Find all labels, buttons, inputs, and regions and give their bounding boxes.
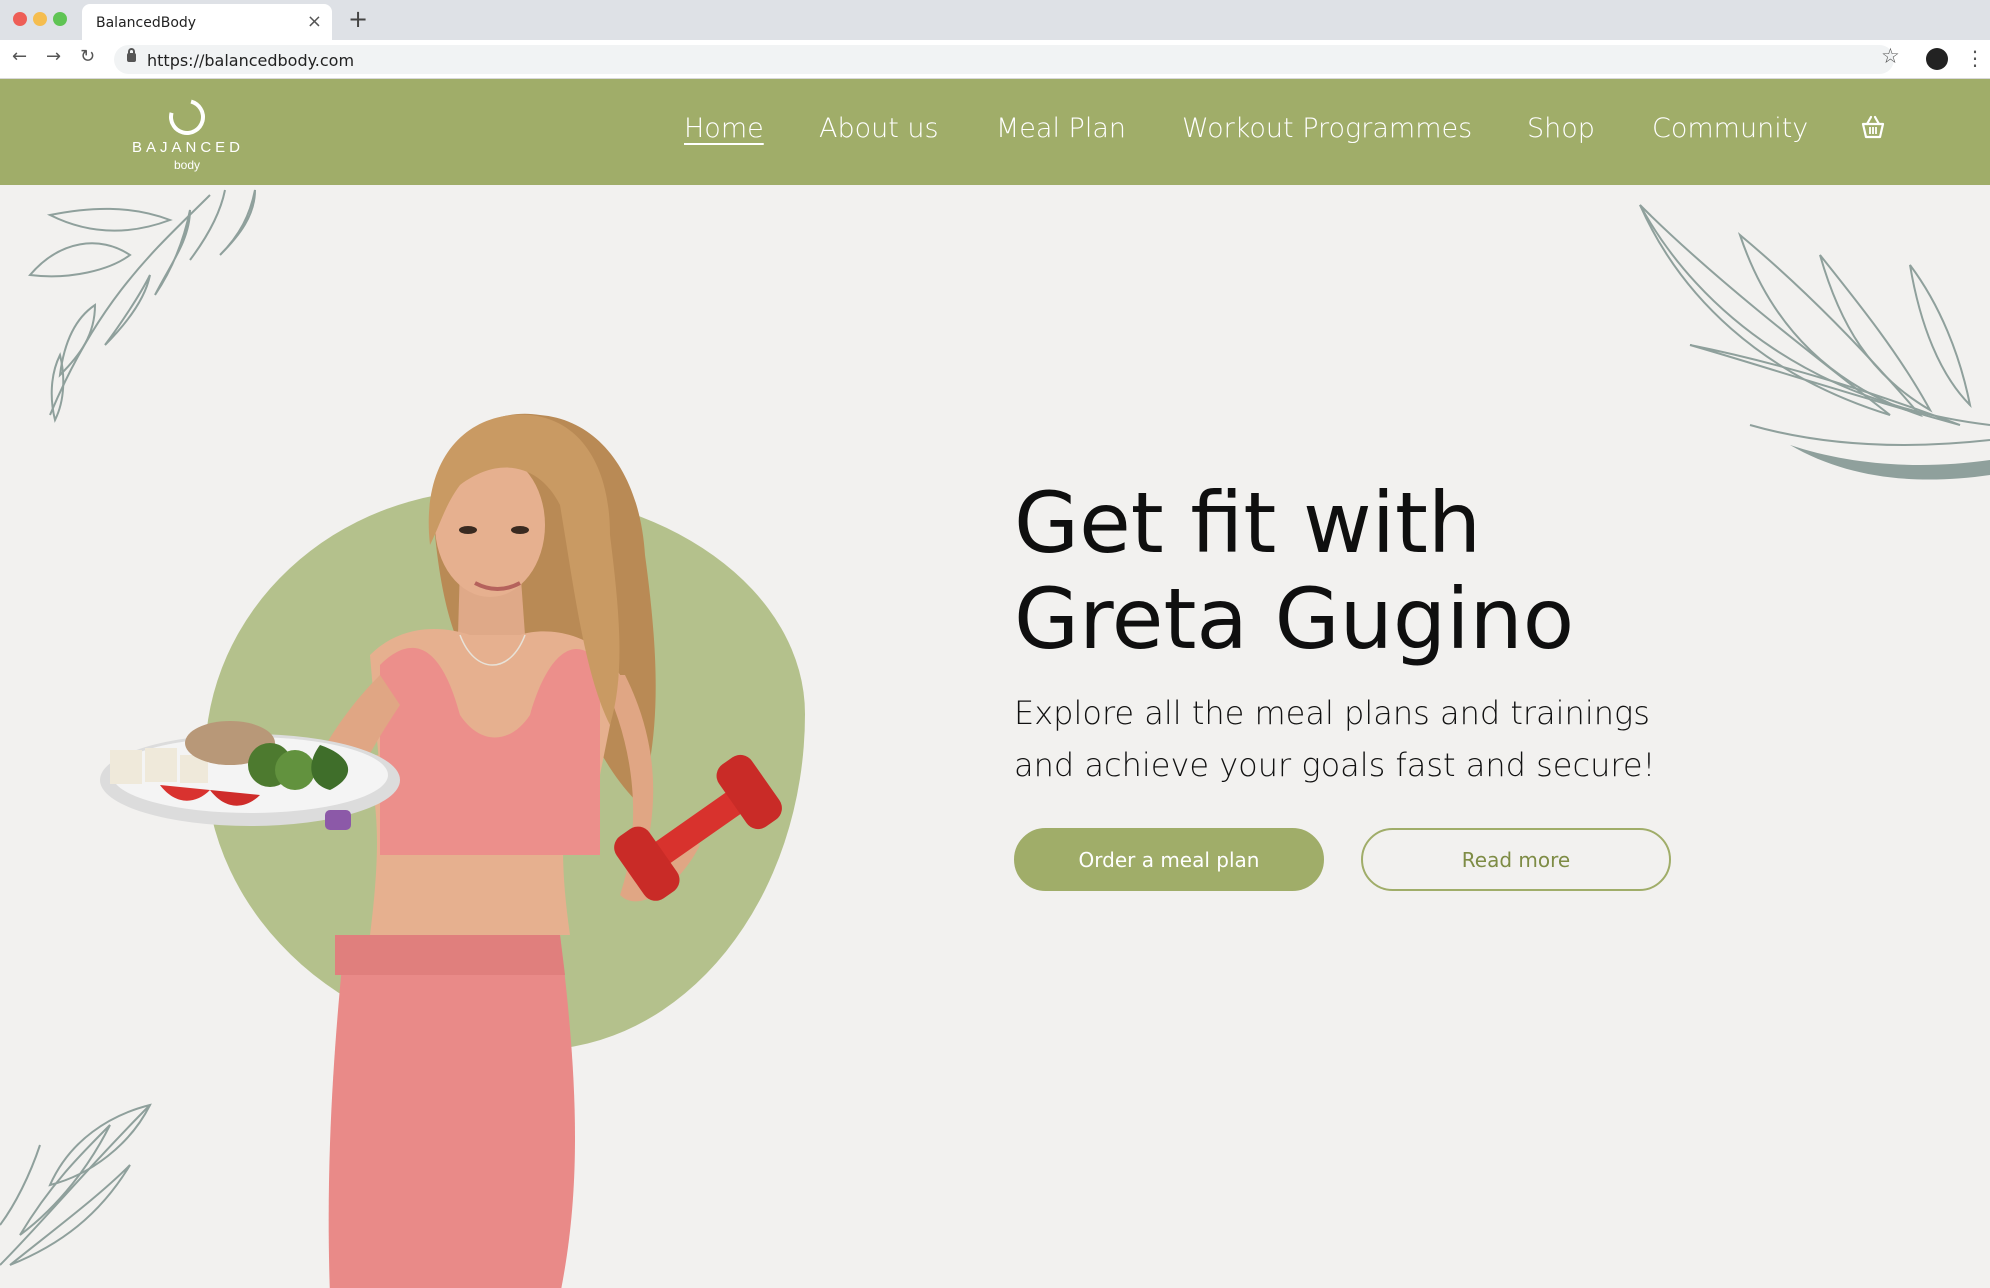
profile-avatar[interactable]	[1926, 48, 1948, 70]
address-bar[interactable]: https://balancedbody.com	[114, 45, 1894, 74]
hero-title: Get fit with Greta Gugino	[1014, 475, 1574, 667]
browser-tab-bar: BalancedBody × +	[0, 0, 1990, 40]
new-tab-icon[interactable]: +	[348, 5, 368, 33]
browser-tab[interactable]: BalancedBody ×	[82, 4, 332, 40]
hero-subtitle-line-1: Explore all the meal plans and trainings	[1014, 694, 1650, 732]
minimize-window-button[interactable]	[33, 12, 47, 26]
fitness-model-photo	[100, 413, 782, 1288]
browser-toolbar: ← → ↻ https://balancedbody.com	[0, 40, 1990, 79]
site-logo[interactable]: BAJANCED body	[132, 92, 245, 172]
bookmark-star-icon[interactable]: ☆	[1881, 44, 1900, 68]
browser-menu-icon[interactable]: ⋮	[1965, 46, 1985, 70]
nav-home[interactable]: Home	[684, 113, 764, 144]
reload-icon[interactable]: ↻	[80, 46, 95, 67]
basket-icon[interactable]	[1860, 115, 1886, 143]
nav-workout-programmes[interactable]: Workout Programmes	[1182, 113, 1472, 144]
nav-meal-plan[interactable]: Meal Plan	[996, 113, 1126, 144]
tab-close-icon[interactable]: ×	[307, 11, 322, 32]
order-meal-plan-button[interactable]: Order a meal plan	[1014, 828, 1324, 891]
tab-title: BalancedBody	[96, 15, 197, 31]
logo-subtitle: body	[173, 158, 201, 172]
forward-icon[interactable]: →	[46, 46, 61, 67]
hero-subtitle: Explore all the meal plans and trainings…	[1014, 687, 1655, 791]
hero-title-line-2: Greta Gugino	[1014, 570, 1575, 668]
maximize-window-button[interactable]	[53, 12, 67, 26]
hero-subtitle-line-2: and achieve your goals fast and secure!	[1014, 746, 1656, 784]
site-header: BAJANCED body Home About us Meal Plan Wo…	[0, 79, 1990, 185]
close-window-button[interactable]	[13, 12, 27, 26]
read-more-button[interactable]: Read more	[1361, 828, 1671, 891]
lock-icon	[127, 48, 136, 62]
nav-shop[interactable]: Shop	[1527, 113, 1595, 144]
url-text[interactable]: https://balancedbody.com	[147, 51, 354, 70]
hero-title-line-1: Get fit with	[1014, 474, 1482, 572]
nav-community[interactable]: Community	[1652, 113, 1808, 144]
logo-wordmark: BAJANCED	[132, 139, 245, 156]
back-icon[interactable]: ←	[12, 46, 27, 67]
hero-section: Get fit with Greta Gugino Explore all th…	[0, 185, 1990, 1288]
leaf-decoration-top-right-icon	[1639, 204, 1990, 480]
logo-ring-icon	[162, 92, 212, 142]
nav-about-us[interactable]: About us	[819, 113, 939, 144]
